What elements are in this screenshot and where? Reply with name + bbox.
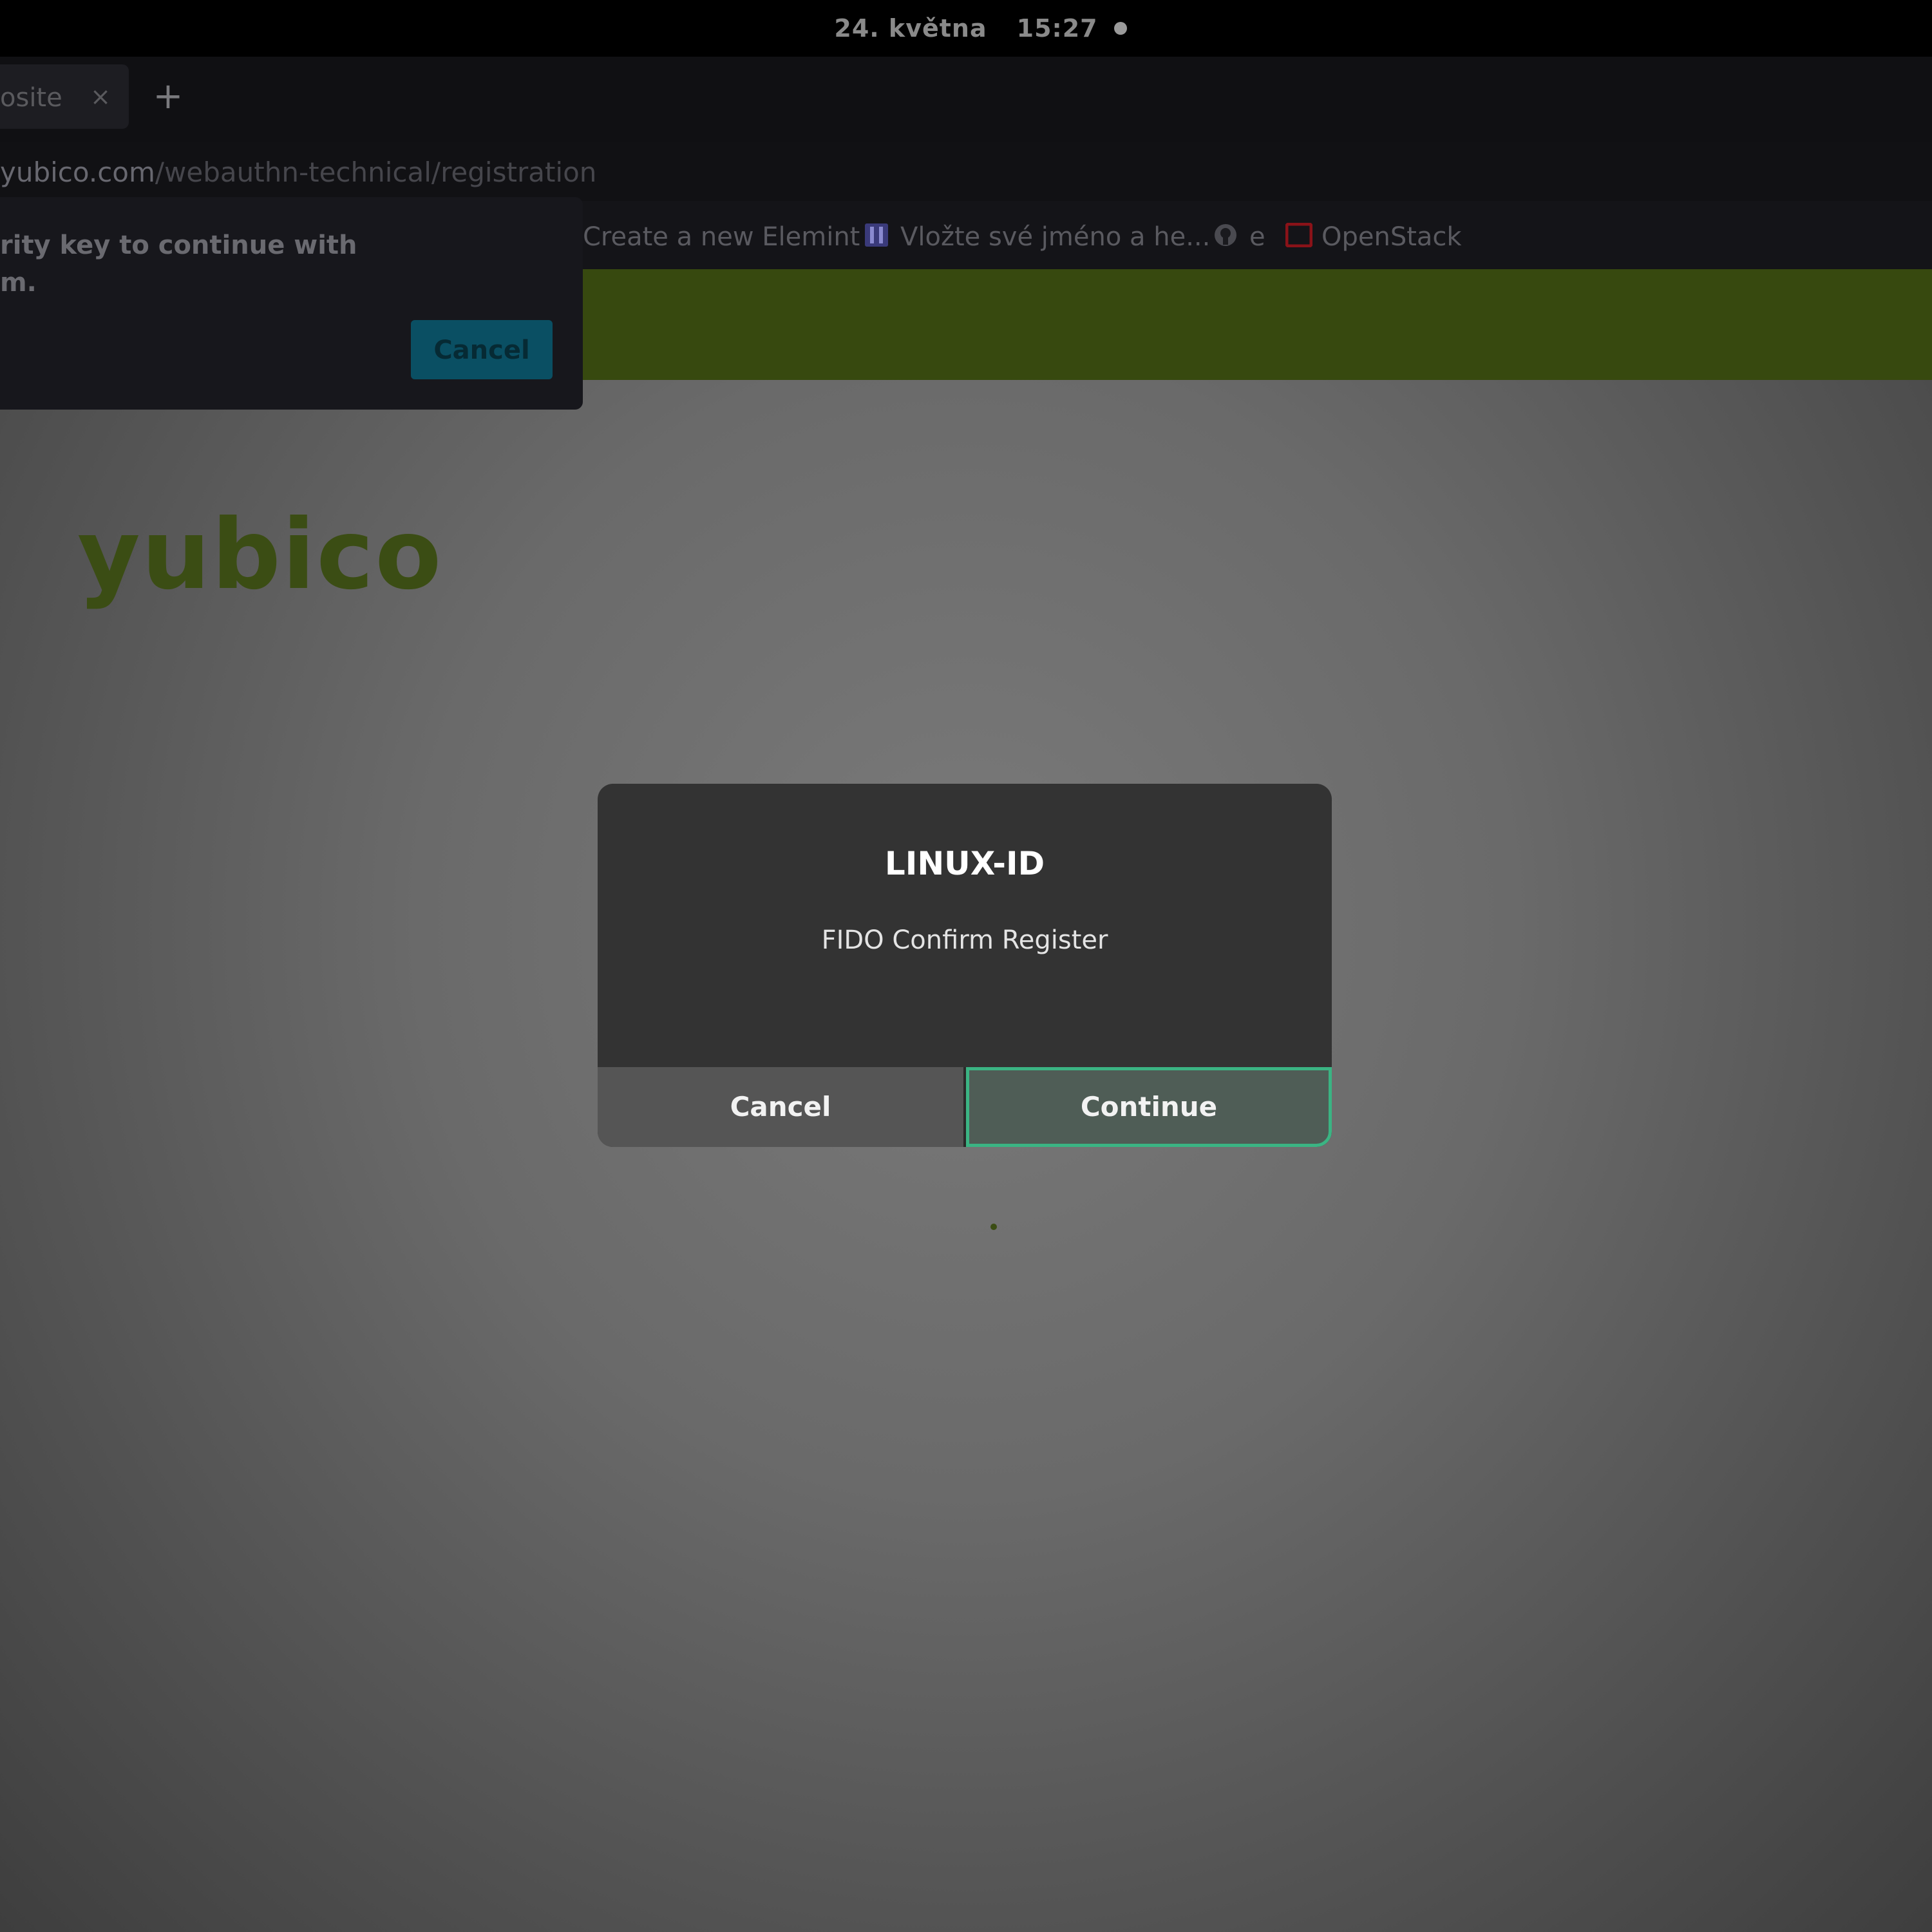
clock[interactable]: 24. května 15:27 — [0, 0, 1932, 57]
security-key-cancel-button[interactable]: Cancel — [411, 320, 553, 379]
dialog-message: FIDO Confirm Register — [821, 925, 1108, 955]
dialog-cancel-button[interactable]: Cancel — [598, 1067, 963, 1147]
yubico-logo: yubico — [77, 499, 443, 611]
bookmark-favicon-icon — [864, 223, 889, 247]
address-url: yubico.com/webauthn-technical/registrati… — [0, 142, 596, 201]
url-path: /webauthn-technical/registration — [155, 156, 597, 188]
notification-dot-icon — [1114, 22, 1127, 35]
bookmark-vlozte[interactable]: Vložte své jméno a he... — [900, 201, 1210, 269]
tab-bar — [0, 57, 1932, 142]
page-content — [0, 380, 1932, 1932]
security-key-message: rity key to continue with m. — [0, 227, 361, 301]
fido-confirm-dialog: LINUX-ID FIDO Confirm Register Cancel Co… — [598, 784, 1332, 1147]
bookmark-openstack[interactable]: OpenStack — [1321, 201, 1462, 269]
url-host: yubico.com — [0, 156, 155, 188]
openstack-icon — [1285, 222, 1313, 248]
bookmark-elemint[interactable]: Create a new Elemint — [583, 201, 860, 269]
loading-indicator — [990, 1224, 997, 1230]
dialog-title: LINUX-ID — [884, 845, 1045, 882]
tab-title: osite — [0, 83, 62, 113]
clock-time: 15:27 — [1016, 14, 1098, 43]
security-key-message-line1: rity key to continue with — [0, 231, 357, 260]
new-tab-button[interactable]: + — [152, 71, 184, 122]
dialog-continue-button[interactable]: Continue — [966, 1067, 1332, 1147]
bookmark-github[interactable]: e — [1249, 201, 1265, 269]
clock-date: 24. května — [834, 14, 987, 43]
tab-close-icon[interactable]: × — [88, 64, 113, 129]
security-key-message-line2: m. — [0, 268, 37, 298]
github-icon — [1213, 223, 1238, 247]
